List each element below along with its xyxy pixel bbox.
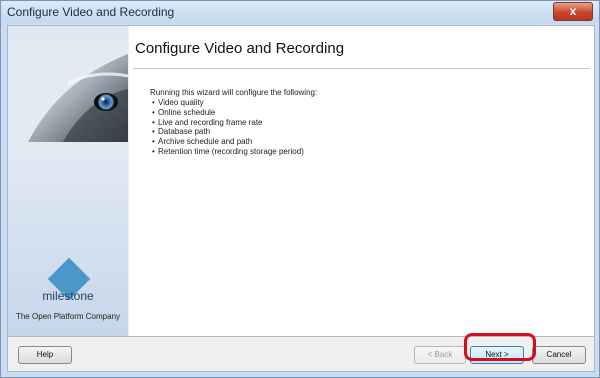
wolf-eye-image xyxy=(8,44,128,142)
close-icon: x xyxy=(569,4,577,18)
list-item: Database path xyxy=(150,127,304,137)
wizard-client-area: milestone The Open Platform Company Conf… xyxy=(7,25,595,372)
wizard-content: Configure Video and Recording Running th… xyxy=(129,26,594,336)
intro-text: Running this wizard will configure the f… xyxy=(150,88,318,97)
title-bar: Configure Video and Recording x xyxy=(1,1,599,23)
help-button[interactable]: Help xyxy=(18,346,72,364)
cancel-button[interactable]: Cancel xyxy=(532,346,586,364)
list-item: Retention time (recording storage period… xyxy=(150,147,304,157)
wizard-window: Configure Video and Recording x mileston… xyxy=(0,0,600,378)
list-item: Online schedule xyxy=(150,108,304,118)
title-divider xyxy=(133,68,590,69)
configuration-list: Video quality Online schedule Live and r… xyxy=(150,98,304,157)
window-title: Configure Video and Recording xyxy=(7,5,175,19)
back-button[interactable]: < Back xyxy=(414,346,466,364)
close-button[interactable]: x xyxy=(553,2,593,21)
side-banner: milestone The Open Platform Company xyxy=(8,26,128,336)
list-item: Archive schedule and path xyxy=(150,137,304,147)
brand-tagline: The Open Platform Company xyxy=(15,312,121,321)
list-item: Live and recording frame rate xyxy=(150,118,304,128)
page-title: Configure Video and Recording xyxy=(135,40,345,57)
milestone-logo-text: milestone xyxy=(42,289,94,303)
next-button-highlight xyxy=(464,333,536,361)
list-item: Video quality xyxy=(150,98,304,108)
